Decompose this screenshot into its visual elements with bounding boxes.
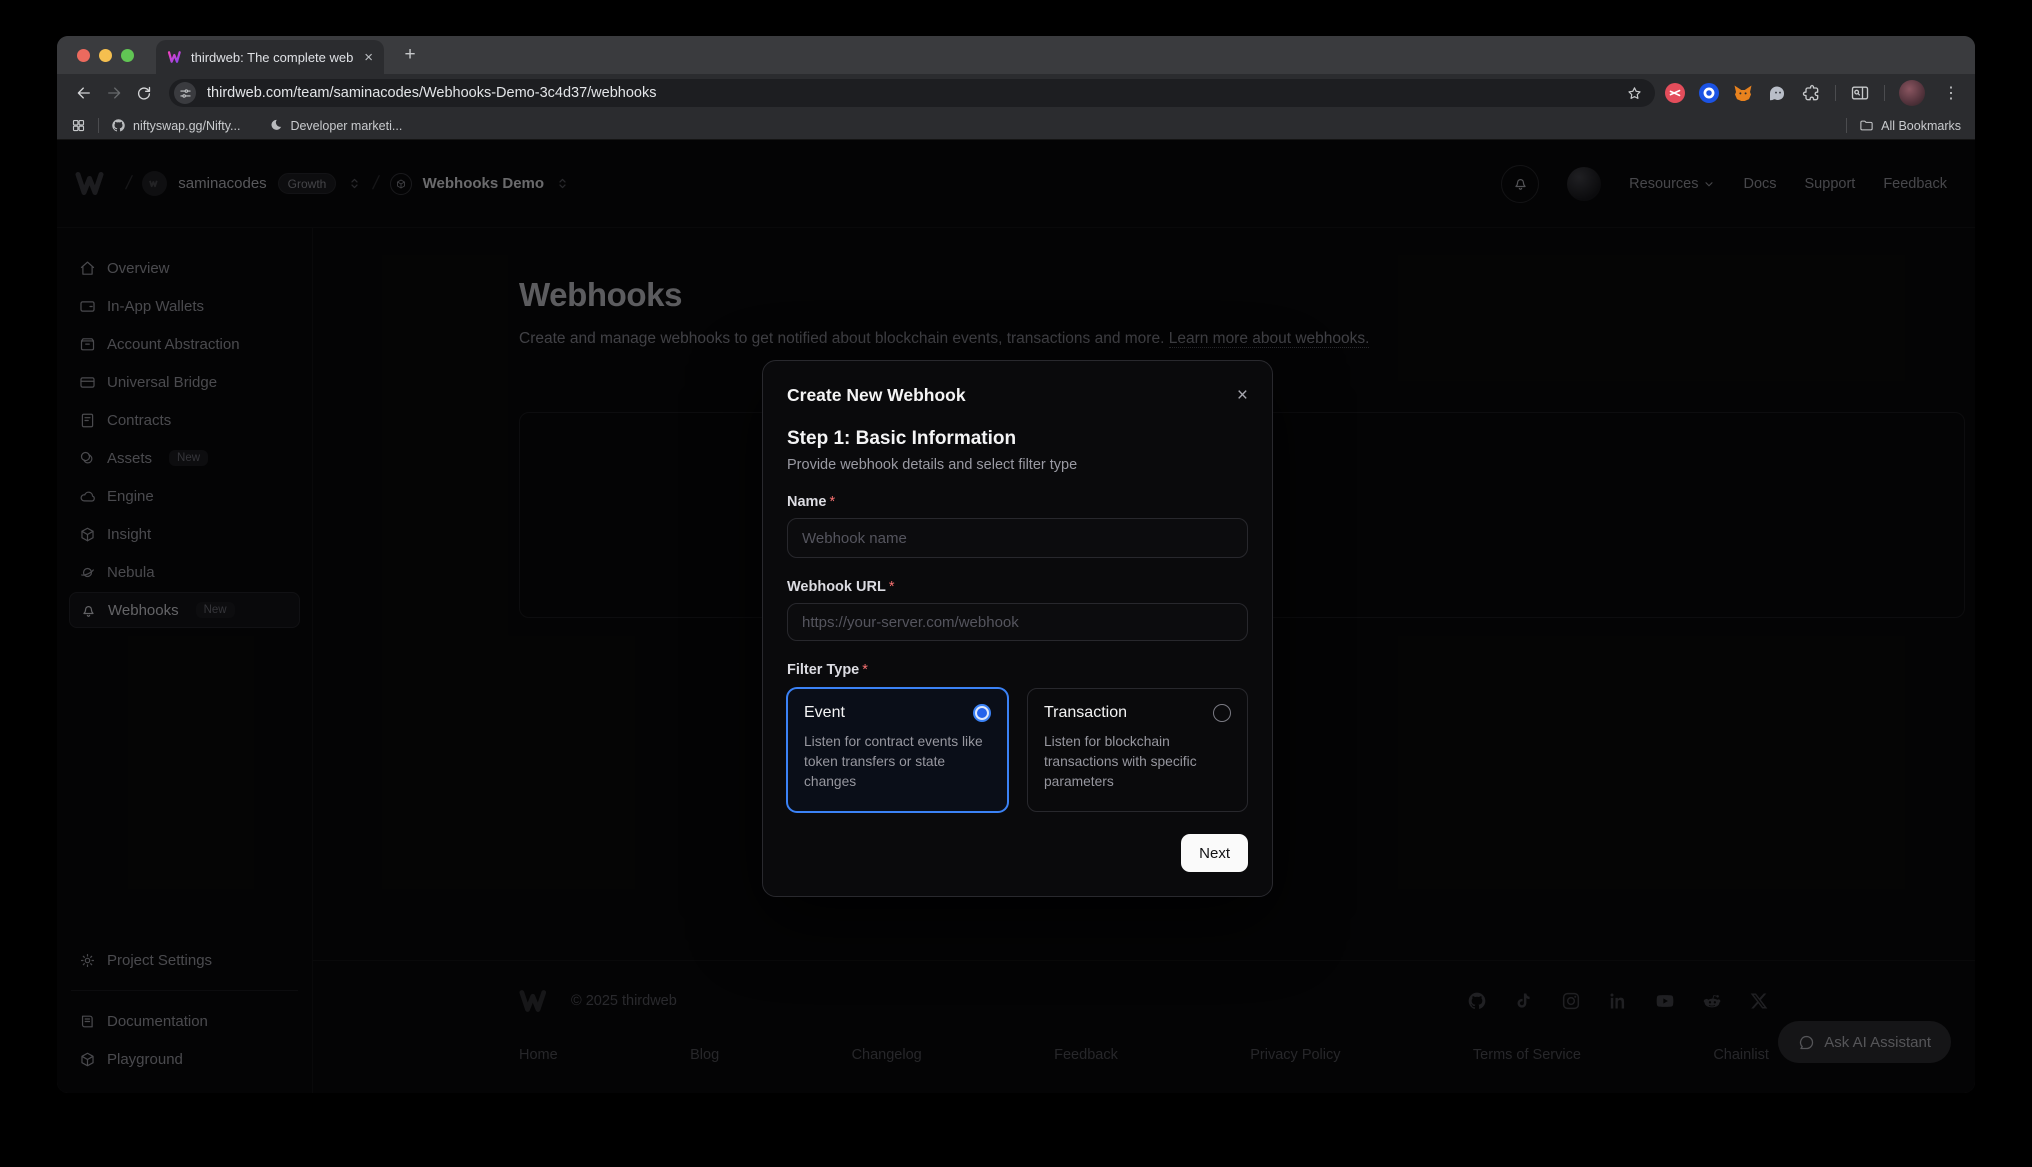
webhook-name-input[interactable]	[787, 518, 1248, 558]
maximize-window-button[interactable]	[121, 49, 134, 62]
browser-tab[interactable]: thirdweb: The complete web3 ×	[156, 40, 384, 74]
radio-indicator[interactable]	[973, 704, 991, 722]
bookmark-item[interactable]: niftyswap.gg/Nifty...	[111, 118, 240, 133]
all-bookmarks-button[interactable]: All Bookmarks	[1859, 118, 1961, 133]
metamask-icon[interactable]	[1733, 83, 1753, 103]
browser-window: thirdweb: The complete web3 × + thirdweb…	[57, 36, 1975, 1093]
thirdweb-favicon	[167, 49, 183, 65]
webhook-url-input[interactable]	[787, 603, 1248, 641]
toolbar-divider	[1835, 85, 1836, 101]
bookmark-star-icon[interactable]	[1626, 85, 1643, 102]
site-controls-icon[interactable]	[174, 82, 196, 104]
create-webhook-modal: Create New Webhook × Step 1: Basic Infor…	[762, 360, 1273, 897]
toolbar-divider	[1884, 85, 1885, 101]
bookmark-label: Developer marketi...	[290, 119, 402, 133]
filter-option-description: Listen for blockchain transactions with …	[1044, 732, 1231, 792]
back-icon[interactable]	[69, 78, 99, 108]
coinbase-wallet-icon[interactable]	[1699, 83, 1719, 103]
tab-strip: thirdweb: The complete web3 × +	[57, 36, 1975, 74]
browser-menu-icon[interactable]: ⋮	[1939, 83, 1963, 103]
apps-grid-icon[interactable]	[71, 118, 86, 133]
traffic-lights	[77, 49, 134, 62]
step-subtitle: Provide webhook details and select filte…	[787, 457, 1248, 473]
required-asterisk: *	[889, 579, 895, 595]
bookmarks-bar: niftyswap.gg/Nifty... Developer marketi.…	[57, 112, 1975, 140]
filter-option-card[interactable]: Event Listen for contract events like to…	[787, 688, 1008, 812]
bookmark-label: niftyswap.gg/Nifty...	[133, 119, 240, 133]
github-icon	[111, 118, 126, 133]
tab-title: thirdweb: The complete web3	[191, 50, 353, 65]
extensions-puzzle-icon[interactable]	[1801, 83, 1821, 103]
side-panel-icon[interactable]	[1850, 83, 1870, 103]
browser-profile-avatar[interactable]	[1899, 80, 1925, 106]
minimize-window-button[interactable]	[99, 49, 112, 62]
new-tab-button[interactable]: +	[396, 41, 424, 69]
required-asterisk: *	[830, 494, 836, 510]
page-viewport: / saminacodes Growth / Webhooks Demo	[57, 140, 1975, 1093]
webhook-url-label: Webhook URL*	[787, 579, 1248, 595]
browser-toolbar: thirdweb.com/team/saminacodes/Webhooks-D…	[57, 74, 1975, 112]
filter-option-card[interactable]: Transaction Listen for blockchain transa…	[1027, 688, 1248, 812]
all-bookmarks-label: All Bookmarks	[1881, 119, 1961, 133]
bookmarks-divider	[98, 118, 99, 133]
step-heading: Step 1: Basic Information	[787, 428, 1248, 450]
modal-title: Create New Webhook	[787, 385, 966, 406]
name-label: Name*	[787, 494, 1248, 510]
folder-icon	[1859, 118, 1874, 133]
bookmark-items: niftyswap.gg/Nifty... Developer marketi.…	[111, 118, 430, 133]
tab-close-icon[interactable]: ×	[361, 50, 376, 65]
modal-close-icon[interactable]: ×	[1237, 386, 1248, 405]
extension-red-icon[interactable]	[1665, 83, 1685, 103]
bookmarks-divider	[1846, 118, 1847, 133]
radio-indicator[interactable]	[1213, 704, 1231, 722]
filter-option-description: Listen for contract events like token tr…	[804, 732, 991, 792]
phantom-wallet-icon[interactable]	[1767, 83, 1787, 103]
url-bar[interactable]: thirdweb.com/team/saminacodes/Webhooks-D…	[169, 79, 1655, 107]
extension-cluster: ⋮	[1665, 80, 1963, 106]
reload-icon[interactable]	[129, 78, 159, 108]
filter-option-title: Event	[804, 704, 845, 722]
close-window-button[interactable]	[77, 49, 90, 62]
required-asterisk: *	[862, 662, 868, 678]
url-text[interactable]: thirdweb.com/team/saminacodes/Webhooks-D…	[207, 85, 1626, 101]
filter-option-title: Transaction	[1044, 704, 1127, 722]
filter-type-label: Filter Type*	[787, 662, 1248, 678]
bookmark-item[interactable]: Developer marketi...	[268, 118, 402, 133]
filter-type-options: Event Listen for contract events like to…	[787, 688, 1248, 812]
forward-icon[interactable]	[99, 78, 129, 108]
next-button[interactable]: Next	[1181, 834, 1248, 872]
crescent-icon	[268, 118, 283, 133]
